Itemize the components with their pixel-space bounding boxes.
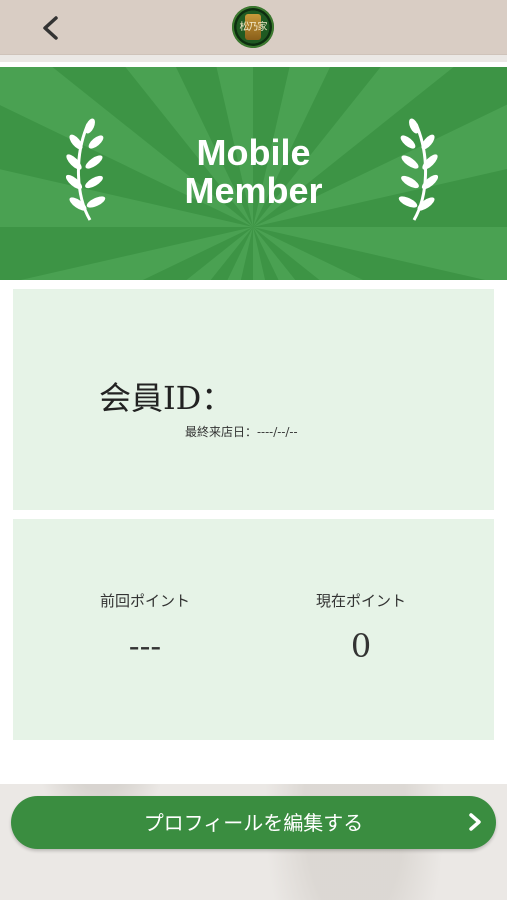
current-points-value: 0	[350, 627, 372, 665]
current-points: 現在ポイント 0	[261, 590, 461, 666]
member-info-card: 会員ID： 最終来店日：----/--/--	[13, 289, 494, 510]
previous-points: 前回ポイント ---	[45, 590, 245, 666]
chevron-left-icon	[43, 16, 58, 40]
top-navigation-bar: 松乃家	[0, 0, 507, 55]
hero-banner: Mobile Member	[0, 67, 507, 280]
edit-profile-button[interactable]: プロフィールを編集する	[11, 796, 496, 849]
store-logo: 松乃家	[232, 6, 274, 48]
laurel-right-icon	[398, 118, 438, 221]
back-button[interactable]	[30, 6, 74, 50]
points-card: 前回ポイント --- 現在ポイント 0	[13, 519, 494, 740]
previous-points-label: 前回ポイント	[99, 592, 190, 610]
member-id-label: 会員ID：	[99, 379, 234, 417]
previous-points-value: ---	[128, 627, 162, 665]
chevron-right-icon	[469, 813, 481, 831]
current-points-label: 現在ポイント	[315, 592, 406, 610]
last-visit-date: 最終来店日：----/--/--	[185, 425, 298, 439]
edit-profile-label: プロフィールを編集する	[143, 811, 364, 835]
logo-text: 松乃家	[239, 22, 268, 33]
